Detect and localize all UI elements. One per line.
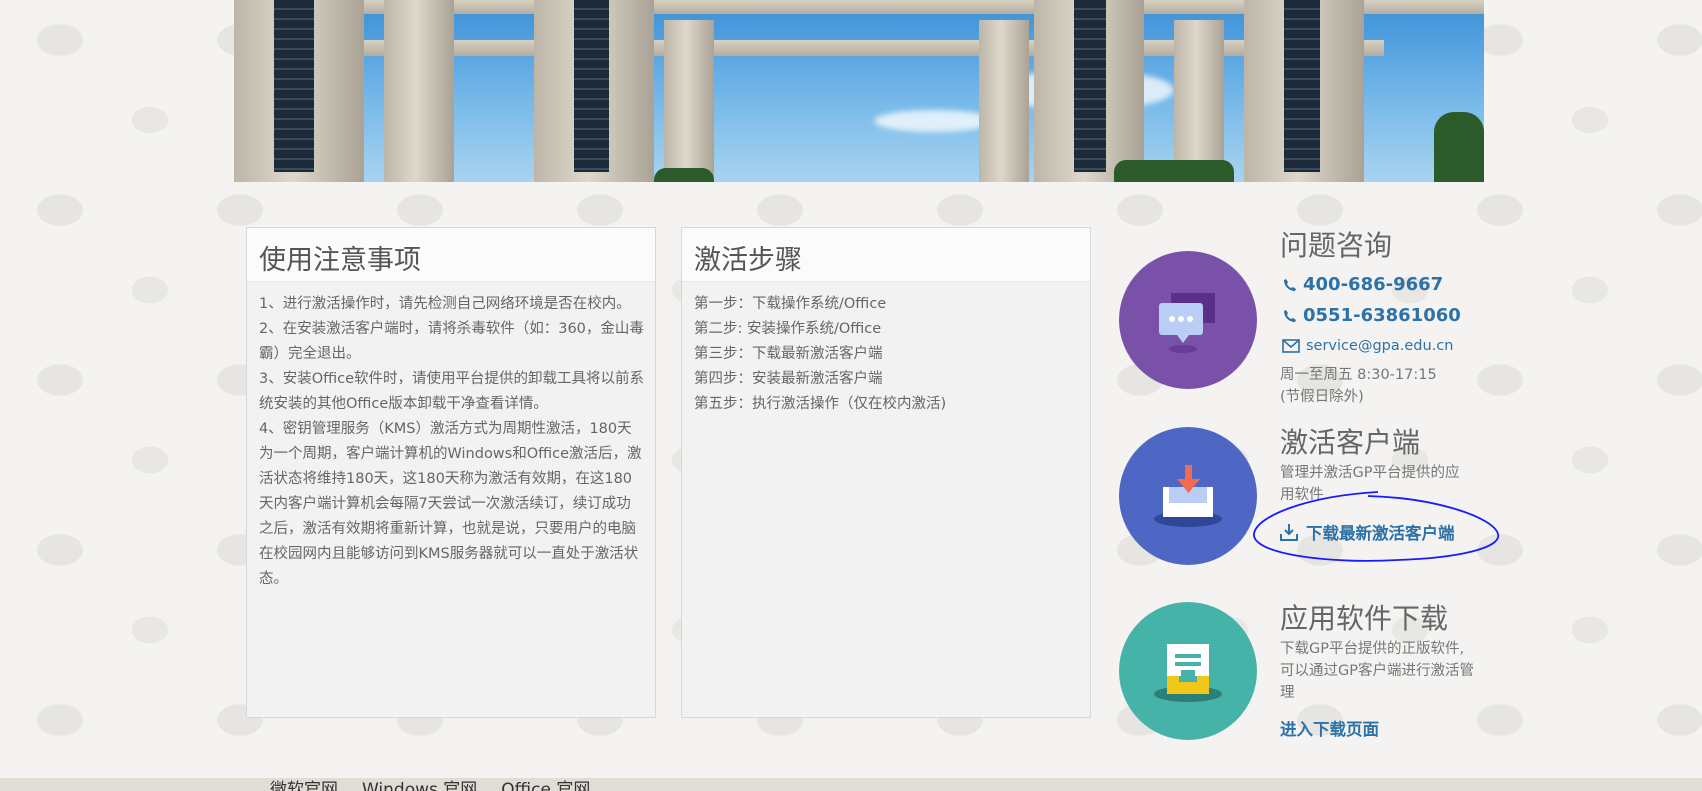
step-item: 第五步：执行激活操作（仅在校内激活) xyxy=(694,396,947,412)
footer-links: 微软官网 Windows 官网 Office 官网 xyxy=(270,778,590,791)
email-link[interactable]: service@gpa.edu.cn xyxy=(1282,338,1453,354)
footer-link-microsoft[interactable]: 微软官网 xyxy=(270,778,338,791)
consult-title: 问题咨询 xyxy=(1280,229,1393,262)
software-box-icon xyxy=(1119,602,1257,740)
step-item: 第四步：安装最新激活客户端 xyxy=(694,371,883,387)
notes-item: 3、安装Office软件时，请使用平台提供的卸载工具将以前系统安装的其他Offi… xyxy=(259,371,645,412)
phone-1[interactable]: 400-686-9667 xyxy=(1283,274,1443,295)
notes-card: 使用注意事项 1、进行激活操作时，请先检测自己网络环境是否在校内。 2、在安装激… xyxy=(246,227,656,718)
step-item: 第一步：下载操作系统/Office xyxy=(694,296,887,312)
phone-icon xyxy=(1284,278,1296,291)
footer-bar: 微软官网 Windows 官网 Office 官网 xyxy=(0,778,1702,791)
phone-2[interactable]: 0551-63861060 xyxy=(1283,305,1461,326)
software-title: 应用软件下载 xyxy=(1280,602,1449,635)
notes-body: 1、进行激活操作时，请先检测自己网络环境是否在校内。 2、在安装激活客户端时，请… xyxy=(259,292,645,592)
download-page-link[interactable]: 进入下载页面 xyxy=(1280,716,1379,740)
notes-item: 1、进行激活操作时，请先检测自己网络环境是否在校内。 xyxy=(259,296,631,312)
chat-bubble-icon xyxy=(1119,251,1257,389)
campus-banner-image xyxy=(234,0,1484,182)
hand-drawn-annotation-circle xyxy=(1253,491,1499,562)
notes-title: 使用注意事项 xyxy=(259,245,421,276)
steps-body: 第一步：下载操作系统/Office 第二步: 安装操作系统/Office 第三步… xyxy=(694,292,1080,417)
step-item: 第二步: 安装操作系统/Office xyxy=(694,321,882,337)
download-tray-icon xyxy=(1119,427,1257,565)
footer-link-windows[interactable]: Windows 官网 xyxy=(362,778,477,791)
client-title: 激活客户端 xyxy=(1280,426,1421,459)
notes-item: 2、在安装激活客户端时，请将杀毒软件（如：360，金山毒霸）完全退出。 xyxy=(259,321,644,362)
steps-title: 激活步骤 xyxy=(694,245,802,276)
software-desc: 下载GP平台提供的正版软件,可以通过GP客户端进行激活管理 xyxy=(1280,641,1474,701)
step-item: 第三步：下载最新激活客户端 xyxy=(694,346,883,362)
notes-item: 4、密钥管理服务（KMS）激活方式为周期性激活，180天为一个周期，客户端计算机… xyxy=(259,421,642,587)
holiday-note: (节假日除外) xyxy=(1280,389,1364,405)
footer-link-office[interactable]: Office 官网 xyxy=(501,778,590,791)
phone-icon xyxy=(1284,309,1296,322)
service-hours: 周一至周五 8:30-17:15 xyxy=(1280,367,1437,383)
steps-card: 激活步骤 第一步：下载操作系统/Office 第二步: 安装操作系统/Offic… xyxy=(681,227,1091,718)
mail-icon xyxy=(1282,339,1300,353)
